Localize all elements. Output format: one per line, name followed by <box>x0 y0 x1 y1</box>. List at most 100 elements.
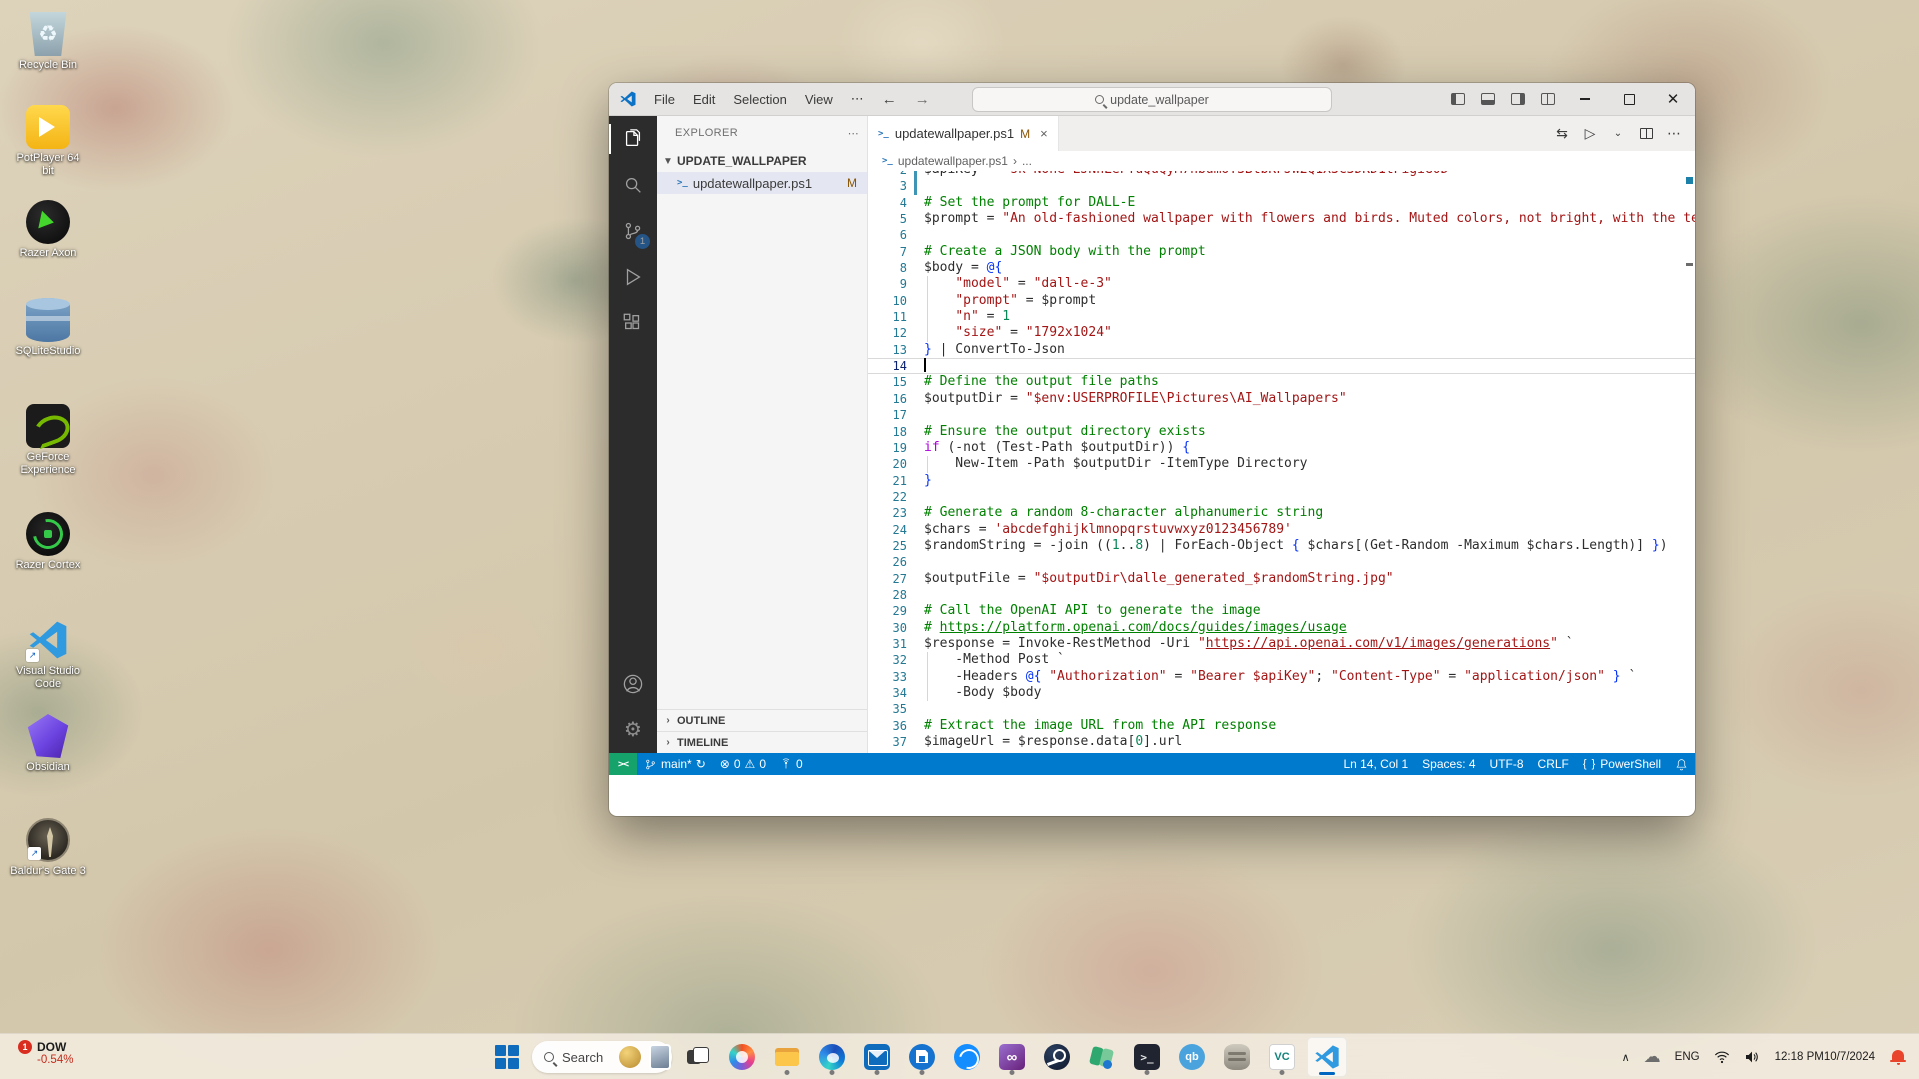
remote-indicator[interactable]: >< <box>609 753 637 775</box>
code-line-36[interactable]: 36# Extract the image URL from the API r… <box>868 718 1695 734</box>
code-line-35[interactable]: 35 <box>868 701 1695 717</box>
split-editor-icon[interactable] <box>1633 121 1659 147</box>
tray-chevron-icon[interactable]: ∧ <box>1617 1037 1635 1077</box>
activitybar-run-debug-icon[interactable] <box>609 254 657 300</box>
desktop-icon-visual-studio-code[interactable]: ↗Visual Studio Code <box>10 618 86 691</box>
start-button[interactable] <box>487 1037 527 1077</box>
code-line-32[interactable]: 32 -Method Post ` <box>868 652 1695 668</box>
onedrive-icon[interactable]: ☁ <box>1639 1037 1666 1077</box>
code-line-18[interactable]: 18# Ensure the output directory exists <box>868 424 1695 440</box>
code-line-15[interactable]: 15# Define the output file paths <box>868 374 1695 390</box>
stone-app-button[interactable] <box>1217 1037 1257 1077</box>
edge-button[interactable] <box>812 1037 852 1077</box>
window-minimize-button[interactable] <box>1563 83 1607 116</box>
desktop-icon-potplayer[interactable]: PotPlayer 64 bit <box>10 105 86 178</box>
activitybar-settings-gear-icon[interactable]: ⚙ <box>609 707 657 753</box>
code-line-19[interactable]: 19if (-not (Test-Path $outputDir)) { <box>868 440 1695 456</box>
taskbar-search[interactable]: Search <box>532 1041 672 1073</box>
qbittorrent-button[interactable]: qb <box>1172 1037 1212 1077</box>
toggle-secondary-sidebar-icon[interactable] <box>1503 83 1533 115</box>
run-script-icon[interactable]: ▷ <box>1577 121 1603 147</box>
desktop-icon-razer-axon[interactable]: Razer Axon <box>10 200 86 260</box>
activitybar-account-icon[interactable] <box>609 661 657 707</box>
cursor-position-status[interactable]: Ln 14, Col 1 <box>1336 753 1415 775</box>
copilot-button[interactable] <box>722 1037 762 1077</box>
window-close-button[interactable]: ✕ <box>1651 83 1695 116</box>
problems-status[interactable]: ⊗ 0 ⚠ 0 <box>713 753 773 775</box>
code-line-16[interactable]: 16$outputDir = "$env:USERPROFILE\Picture… <box>868 391 1695 407</box>
backup-app-button[interactable] <box>902 1037 942 1077</box>
code-line-13[interactable]: 13} | ConvertTo-Json <box>868 342 1695 358</box>
desktop-icon-obsidian[interactable]: Obsidian <box>10 714 86 774</box>
steam-button[interactable] <box>1037 1037 1077 1077</box>
command-center-search[interactable]: update_wallpaper <box>972 87 1332 112</box>
code-line-26[interactable]: 26 <box>868 554 1695 570</box>
nav-back-icon[interactable]: ← <box>873 91 906 108</box>
code-line-31[interactable]: 31$response = Invoke-RestMethod -Uri "ht… <box>868 636 1695 652</box>
task-view-button[interactable] <box>677 1037 717 1077</box>
code-line-25[interactable]: 25$randomString = -join ((1..8) | ForEac… <box>868 538 1695 554</box>
code-line-20[interactable]: 20 New-Item -Path $outputDir -ItemType D… <box>868 456 1695 472</box>
code-line-10[interactable]: 10 "prompt" = $prompt <box>868 293 1695 309</box>
code-line-22[interactable]: 22 <box>868 489 1695 505</box>
tab-updatewallpaper[interactable]: >_ updatewallpaper.ps1 M × <box>868 116 1059 151</box>
menu-more-icon[interactable]: ⋯ <box>842 91 873 107</box>
editor-scrollbar[interactable] <box>1683 171 1695 753</box>
code-editor[interactable]: 2$apiKey = "sk-None-EJNhLeFYuQuQyM7hbumo… <box>868 171 1695 753</box>
encoding-status[interactable]: UTF-8 <box>1483 753 1531 775</box>
code-line-38[interactable]: 38 <box>868 750 1695 753</box>
veracrypt-button[interactable]: VC <box>1262 1037 1302 1077</box>
timeline-section[interactable]: › TIMELINE <box>657 731 867 753</box>
code-line-4[interactable]: 4# Set the prompt for DALL-E <box>868 195 1695 211</box>
outline-section[interactable]: › OUTLINE <box>657 709 867 731</box>
code-line-14[interactable]: 14 <box>868 358 1695 374</box>
tab-close-icon[interactable]: × <box>1040 126 1048 141</box>
code-line-30[interactable]: 30# https://platform.openai.com/docs/gui… <box>868 620 1695 636</box>
run-dropdown-icon[interactable]: ⌄ <box>1605 121 1631 147</box>
activitybar-search-icon[interactable] <box>609 162 657 208</box>
code-line-9[interactable]: 9 "model" = "dall-e-3" <box>868 276 1695 292</box>
eol-status[interactable]: CRLF <box>1531 753 1576 775</box>
menu-view[interactable]: View <box>796 83 842 115</box>
outlook-button[interactable] <box>857 1037 897 1077</box>
code-line-8[interactable]: 8$body = @{ <box>868 260 1695 276</box>
language-mode-status[interactable]: { } PowerShell <box>1576 753 1668 775</box>
menu-file[interactable]: File <box>645 83 684 115</box>
folder-row[interactable]: ▼ UPDATE_WALLPAPER <box>657 150 867 172</box>
desktop-icon-razer-cortex[interactable]: Razer Cortex <box>10 512 86 572</box>
desktop-icon-geforce-experience[interactable]: GeForce Experience <box>10 404 86 477</box>
widgets-button[interactable]: 1 DOW -0.54% <box>10 1038 81 1068</box>
desktop-icon-sqlitestudio[interactable]: SQLiteStudio <box>10 298 86 358</box>
vscode-button[interactable] <box>1307 1037 1347 1077</box>
code-line-3[interactable]: 3 <box>868 178 1695 194</box>
menu-selection[interactable]: Selection <box>724 83 795 115</box>
code-line-17[interactable]: 17 <box>868 407 1695 423</box>
clock[interactable]: 12:18 PM 10/7/2024 <box>1769 1037 1881 1077</box>
nav-forward-icon[interactable]: → <box>906 91 939 108</box>
window-maximize-button[interactable] <box>1607 83 1651 116</box>
desktop-icon-baldurs-gate-3[interactable]: ↗Baldur's Gate 3 <box>10 818 86 878</box>
terminal-button[interactable]: >_ <box>1127 1037 1167 1077</box>
file-explorer-button[interactable] <box>767 1037 807 1077</box>
wifi-icon[interactable] <box>1709 1037 1735 1077</box>
language-indicator[interactable]: ENG <box>1670 1037 1705 1077</box>
desktop-icon-recycle-bin[interactable]: Recycle Bin <box>10 12 86 72</box>
code-line-24[interactable]: 24$chars = 'abcdefghijklmnopqrstuvwxyz01… <box>868 522 1695 538</box>
notification-bell-icon[interactable] <box>1885 1037 1911 1077</box>
code-line-28[interactable]: 28 <box>868 587 1695 603</box>
toggle-panel-icon[interactable] <box>1473 83 1503 115</box>
code-line-11[interactable]: 11 "n" = 1 <box>868 309 1695 325</box>
file-row-updatewallpaper[interactable]: >_ updatewallpaper.ps1 M <box>657 172 867 194</box>
code-line-23[interactable]: 23# Generate a random 8-character alphan… <box>868 505 1695 521</box>
code-line-21[interactable]: 21} <box>868 473 1695 489</box>
playnite-button[interactable] <box>1082 1037 1122 1077</box>
code-line-2[interactable]: 2$apiKey = "sk-None-EJNhLeFYuQuQyM7hbumo… <box>868 171 1695 178</box>
ports-status[interactable]: 0 <box>773 753 810 775</box>
indentation-status[interactable]: Spaces: 4 <box>1415 753 1482 775</box>
menu-edit[interactable]: Edit <box>684 83 724 115</box>
volume-icon[interactable] <box>1739 1037 1765 1077</box>
branch-status[interactable]: main* ↻ <box>637 753 713 775</box>
code-line-12[interactable]: 12 "size" = "1792x1024" <box>868 325 1695 341</box>
code-line-29[interactable]: 29# Call the OpenAI API to generate the … <box>868 603 1695 619</box>
open-changes-icon[interactable]: ⇆ <box>1549 121 1575 147</box>
